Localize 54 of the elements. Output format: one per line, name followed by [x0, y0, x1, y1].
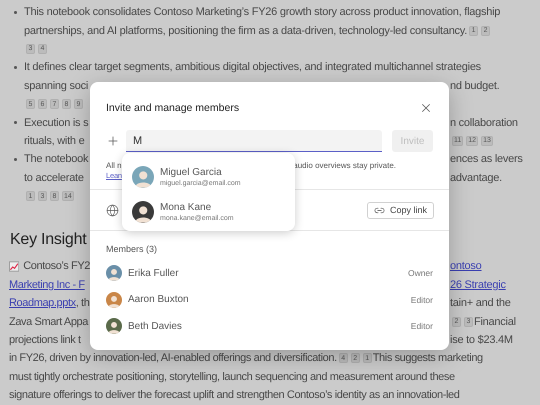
- body-text: This notebook consolidates Contoso Marketing’s FY26 growth story across product innovation, flagship: [24, 6, 500, 18]
- body-text: ise to $23.4M: [450, 334, 513, 346]
- body-text: signature offerings to deliver the forecast uplift and strengthen Contoso’s identity as an innovation-led: [9, 389, 460, 402]
- plus-icon: [106, 134, 120, 148]
- document-link[interactable]: 26 Strategic: [450, 278, 506, 291]
- bullet: [14, 66, 17, 70]
- body-text: This suggests marketing: [372, 352, 483, 364]
- body-text: to accelerate: [24, 172, 84, 184]
- notice-text: All n: [106, 161, 122, 170]
- body-text: in FY26, driven by innovation-led, AI-enabled offerings and diversification.: [9, 352, 337, 364]
- body-text: must tightly orchestrate positioning, storytelling, launch sequencing and measurement around these: [9, 370, 455, 383]
- body-text: Financial: [474, 316, 516, 328]
- member-role: Editor: [410, 321, 433, 332]
- section-heading: Key Insight: [10, 231, 86, 250]
- suggestion-name[interactable]: Miguel Garcia: [160, 166, 241, 178]
- close-icon[interactable]: [419, 101, 433, 115]
- invite-input-field[interactable]: M: [126, 130, 382, 152]
- body-text: advantage.: [450, 172, 502, 184]
- document-link[interactable]: Marketing Inc - F: [9, 278, 85, 291]
- body-text: It defines clear target segments, ambitious digital objectives, and integrated multichannel strategies: [24, 61, 481, 74]
- globe-icon: [106, 204, 119, 216]
- member-name: Erika Fuller: [128, 268, 180, 279]
- avatar: [132, 166, 154, 188]
- dialog-title: Invite and manage members: [106, 102, 240, 114]
- avatar: [106, 318, 122, 334]
- document-link[interactable]: ontoso: [450, 260, 482, 272]
- member-role: Owner: [408, 268, 433, 278]
- body-text: Execution is s: [24, 116, 88, 129]
- member-name: Beth Davies: [128, 320, 183, 332]
- bullet: [14, 158, 17, 162]
- document-link[interactable]: Roadmap.pptx: [9, 297, 76, 310]
- avatar: [106, 265, 122, 282]
- chart-icon: [9, 260, 20, 272]
- body-text: partnerships, and AI platforms, positioning the firm as a data-driven, technology-led consultancy.: [24, 24, 468, 37]
- body-text: rituals, with e: [24, 134, 84, 147]
- body-text: spanning soci: [24, 80, 88, 92]
- avatar: [132, 200, 154, 222]
- copy-link-button[interactable]: Copy link: [366, 202, 434, 218]
- suggestion-name[interactable]: Mona Kane: [160, 202, 234, 212]
- member-role: Editor: [410, 294, 433, 305]
- member-name: Aaron Buxton: [128, 294, 190, 306]
- body-text: The notebook: [24, 153, 88, 166]
- body-text: tain+ and the: [450, 297, 511, 310]
- bullet: [14, 121, 17, 124]
- body-text: Contoso’s FY2: [23, 260, 90, 272]
- avatar: [106, 292, 122, 308]
- body-text: ences as levers: [450, 153, 523, 166]
- body-text: n collaboration: [450, 116, 518, 129]
- body-text: Zava Smart Appa: [9, 316, 88, 328]
- bullet: [14, 11, 17, 14]
- members-heading: Members (3): [105, 243, 158, 256]
- body-text: nd budget.: [450, 80, 500, 92]
- body-text: , th: [76, 297, 90, 310]
- body-text: projections link t: [9, 334, 81, 346]
